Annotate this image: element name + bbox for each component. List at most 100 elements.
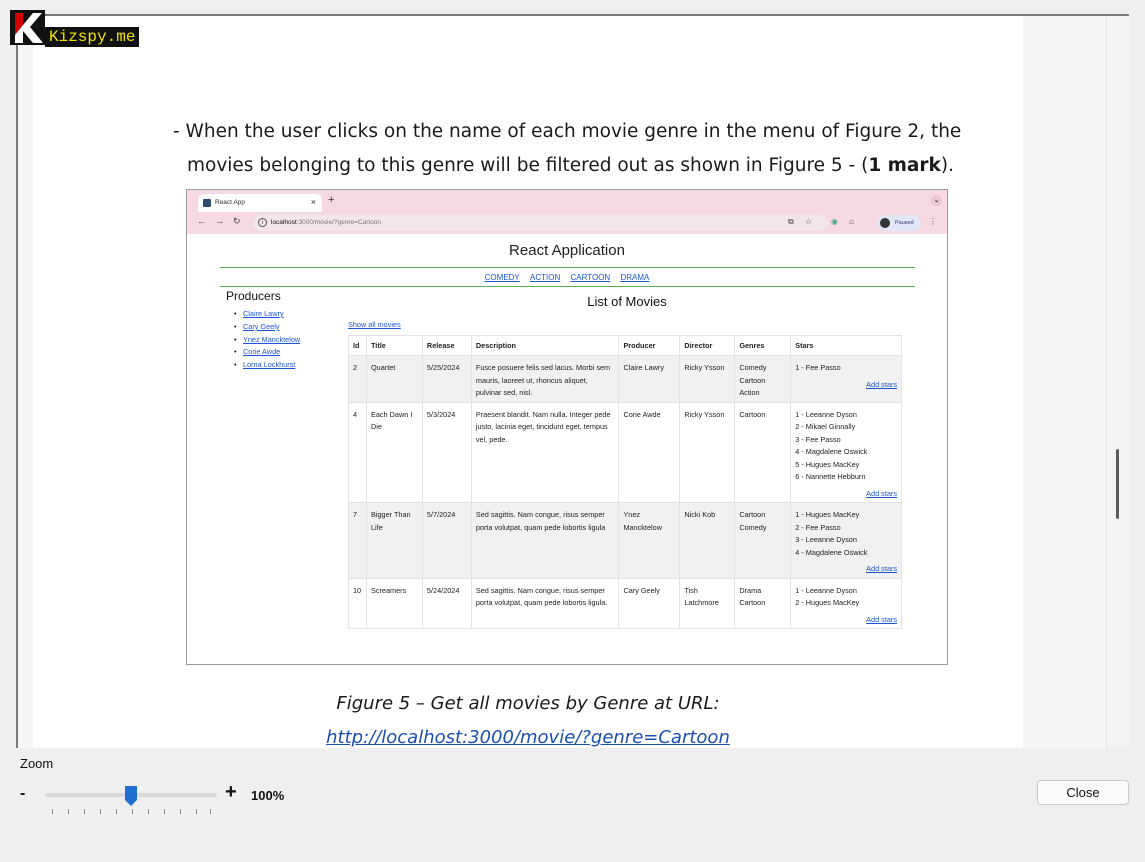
genre-item: Drama (739, 585, 762, 595)
list-heading: List of Movies (587, 294, 667, 309)
producer-link[interactable]: Lorna Lockhurst (243, 360, 295, 369)
share-icon[interactable]: ⧉ (788, 217, 794, 227)
list-item: Lorna Lockhurst (234, 360, 300, 373)
add-stars-link[interactable]: Add stars (795, 563, 897, 576)
cell-title: Quartet (365, 355, 423, 403)
cell-genres: Drama Cartoon (734, 577, 792, 629)
add-stars-link[interactable]: Add stars (795, 614, 897, 627)
close-button[interactable]: Close (1037, 780, 1129, 805)
genre-item: Action (739, 388, 760, 397)
cell-director: Ricky Ysson (679, 355, 736, 403)
browser-tab[interactable]: React App × (198, 194, 322, 212)
cell-title: Each Dawn I Die (365, 401, 423, 503)
show-all-movies-link[interactable]: Show all movies (348, 320, 401, 329)
genre-menu: COMEDY ACTION CARTOON DRAMA (187, 273, 947, 282)
info-icon[interactable]: i (258, 218, 267, 227)
more-icon[interactable]: ⋮ (929, 217, 937, 226)
column-header: Description (470, 335, 620, 356)
table-row: 7 Bigger Than Life 5/7/2024 Sed sagittis. N… (348, 502, 902, 579)
genre-item: Cartoon (739, 409, 766, 419)
doc-paragraph-line1: - When the user clicks on the name of ea… (173, 121, 962, 142)
genre-link-drama[interactable]: DRAMA (620, 273, 649, 282)
table-header-row: Id Title Release Description Producer Di… (348, 335, 902, 356)
avatar (880, 218, 890, 228)
producer-link[interactable]: Claire Lawry (243, 309, 284, 318)
profile-paused-button[interactable]: Paused (877, 215, 921, 231)
star-item: 3 - Fee Passo (795, 434, 841, 444)
cell-stars: 1 - Leeanne Dyson 2 - Hugues MacKey Add st… (790, 577, 902, 629)
cell-id: 7 (348, 502, 367, 579)
star-item: 2 - Fee Passo (795, 522, 841, 532)
zoom-ticks (52, 809, 212, 815)
new-tab-icon[interactable]: + (328, 194, 334, 206)
genre-item: Cartoon (739, 375, 766, 385)
tab-close-icon[interactable]: × (311, 197, 316, 207)
caption-url-link[interactable]: http://localhost:3000/movie/?genre=Carto… (326, 727, 730, 748)
extension-icon[interactable]: ◉ (831, 217, 838, 226)
figure-caption: Figure 5 – Get all movies by Genre at UR… (336, 693, 720, 714)
star-item: 1 - Fee Passo (795, 363, 841, 372)
browser-screenshot: React App × + ⌄ ← → ↻ i localhost:3000/m… (186, 189, 948, 665)
column-header: Stars (790, 335, 902, 356)
column-header: Director (679, 335, 736, 356)
column-header: Id (348, 335, 367, 356)
cell-id: 4 (348, 401, 367, 503)
app-title: React Application (509, 242, 625, 259)
tab-search-icon[interactable]: ⌄ (931, 195, 942, 206)
cell-id: 10 (348, 577, 367, 629)
column-header: Genres (734, 335, 792, 356)
star-icon[interactable]: ☆ (805, 217, 812, 226)
scrollbar-thumb[interactable] (1116, 449, 1119, 519)
column-header: Producer (618, 335, 681, 356)
react-favicon-icon (203, 199, 211, 207)
cell-stars: 1 - Fee Passo Add stars (790, 355, 902, 403)
movies-table: Id Title Release Description Producer Di… (348, 335, 902, 629)
back-icon[interactable]: ← (197, 216, 206, 226)
vertical-scrollbar[interactable] (1106, 16, 1128, 748)
column-header: Release (421, 335, 472, 356)
genre-link-action[interactable]: ACTION (530, 273, 560, 282)
add-stars-link[interactable]: Add stars (795, 488, 897, 501)
zoom-in-button[interactable]: + (225, 781, 237, 804)
star-item: 4 - Magdalene Oswick (795, 447, 868, 456)
star-item: 1 - Hugues MacKey (795, 510, 860, 519)
star-item: 3 - Leeanne Dyson (795, 535, 857, 544)
zoom-value: 100% (251, 788, 285, 803)
cell-stars: 1 - Leeanne Dyson 2 - Mikael Ginnally 3 - … (790, 401, 902, 503)
cell-director: Ricky Ysson (679, 401, 736, 503)
table-row: 10 Screamers 5/24/2024 Sed sagittis. Nam co… (348, 577, 902, 629)
react-app-content: React Application COMEDY ACTION CARTOON … (187, 234, 947, 664)
cell-producer: Cary Geely (618, 577, 681, 629)
genre-link-cartoon[interactable]: CARTOON (570, 273, 610, 282)
cell-release: 5/7/2024 (421, 502, 472, 579)
producers-heading: Producers (226, 289, 281, 303)
cell-release: 5/24/2024 (421, 577, 472, 629)
puzzle-icon[interactable]: ⌂ (849, 217, 854, 226)
producer-link[interactable]: Ynez Mancktelow (243, 335, 300, 344)
url-input[interactable]: i localhost:3000/movie/?genre=Cartoon (253, 215, 828, 231)
cell-genres: Comedy Cartoon Action (734, 355, 792, 403)
list-item: Ynez Mancktelow (234, 335, 300, 348)
genre-item: Cartoon (739, 598, 766, 607)
add-stars-link[interactable]: Add stars (795, 379, 897, 392)
divider (220, 286, 915, 287)
cell-title: Screamers (365, 577, 423, 629)
cell-description: Praesent blandit. Nam nulla. Integer ped… (470, 401, 620, 503)
producer-link[interactable]: Corie Awde (243, 347, 280, 356)
star-item: 1 - Leeanne Dyson (795, 409, 857, 419)
star-item: 5 - Hugues MacKey (795, 459, 860, 469)
forward-icon[interactable]: → (215, 216, 224, 226)
reload-icon[interactable]: ↻ (233, 216, 241, 227)
producers-list: Claire Lawry Cary Geely Ynez Mancktelow … (234, 309, 300, 373)
producer-link[interactable]: Cary Geely (243, 322, 280, 331)
zoom-slider-thumb[interactable] (124, 785, 138, 807)
list-item: Cary Geely (234, 322, 300, 335)
cell-release: 5/25/2024 (421, 355, 472, 403)
cell-genres: Cartoon (734, 401, 792, 503)
zoom-out-button[interactable]: - (20, 785, 25, 803)
doc-paragraph-line2: movies belonging to this genre will be f… (187, 155, 987, 176)
watermark-text: Kizspy.me (45, 27, 140, 47)
cell-release: 5/3/2024 (421, 401, 472, 503)
genre-link-comedy[interactable]: COMEDY (485, 273, 520, 282)
table-row: 2 Quartet 5/25/2024 Fusce posuere felis sed… (348, 355, 902, 403)
